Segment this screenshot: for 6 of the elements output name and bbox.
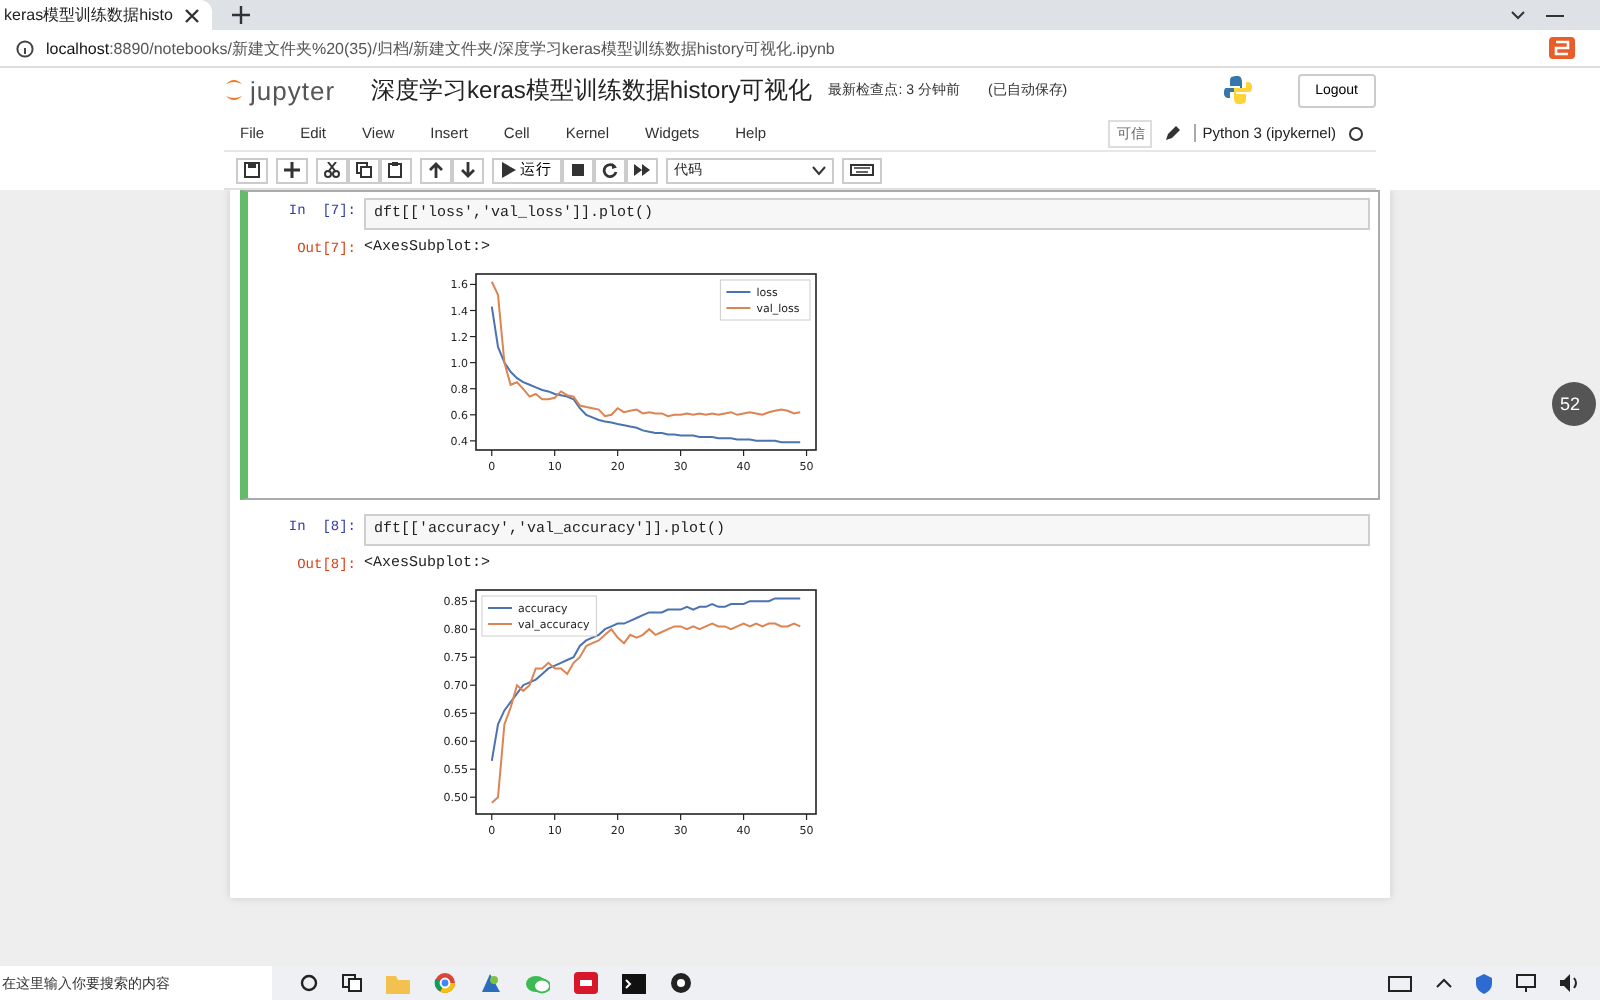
notebook-title[interactable]: 深度学习keras模型训练数据history可视化: [371, 73, 813, 107]
address-field[interactable]: localhost:8890/notebooks/新建文件夹%20(35)/归档/新建文件夹/深度学习keras模型训练数据history可视化.ipynb: [46, 37, 1536, 59]
browser-tab[interactable]: keras模型训练数据histo: [0, 0, 213, 30]
tab-title: keras模型训练数据histo: [4, 4, 173, 26]
side-badge[interactable]: 52: [1552, 382, 1596, 426]
logo-text: jupyter: [250, 75, 336, 105]
